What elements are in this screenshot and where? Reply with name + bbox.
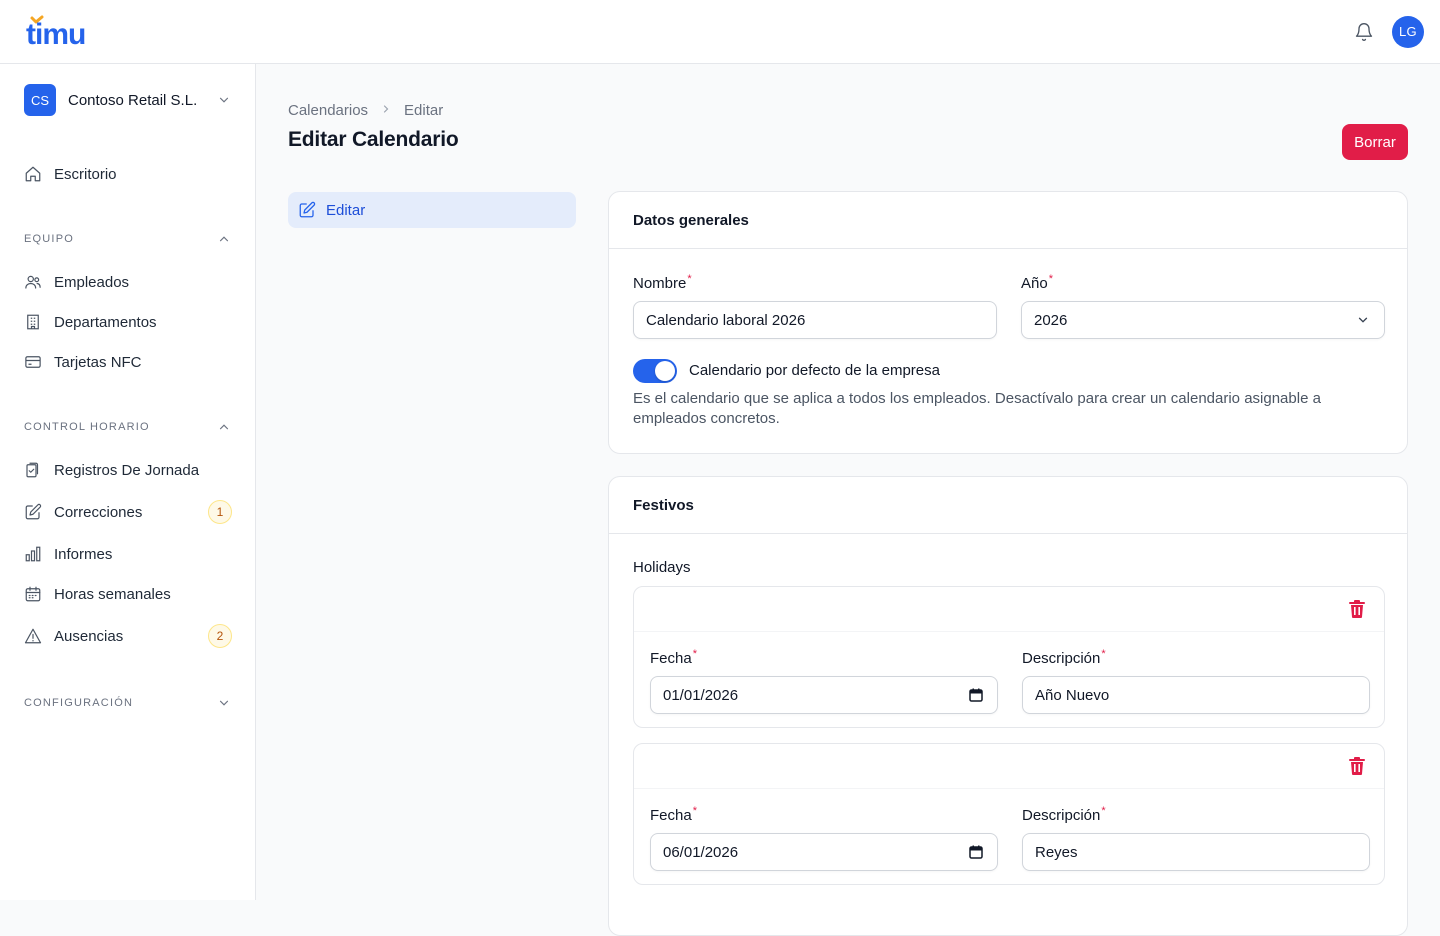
sidebar-item-informes[interactable]: Informes bbox=[24, 538, 232, 570]
users-icon bbox=[24, 273, 42, 291]
date-value: 01/01/2026 bbox=[663, 686, 739, 704]
toggle-help-text: Es el calendario que se aplica a todos l… bbox=[633, 390, 1321, 427]
holidays-card: Festivos Holidays Fecha* 01/01/2026 Desc… bbox=[608, 476, 1408, 936]
credit-card-icon bbox=[24, 353, 42, 371]
description-field[interactable]: Año Nuevo bbox=[1022, 676, 1370, 714]
subnav-label: Editar bbox=[326, 201, 366, 219]
pencil-square-icon bbox=[298, 201, 316, 219]
calendar-icon[interactable] bbox=[967, 843, 985, 861]
count-badge: 2 bbox=[208, 624, 232, 648]
calendar-icon[interactable] bbox=[967, 686, 985, 704]
card-heading: Datos generales bbox=[609, 192, 1407, 249]
building-icon bbox=[24, 313, 42, 331]
tenant-switcher[interactable]: CS Contoso Retail S.L. bbox=[24, 84, 232, 116]
holiday-item: Fecha* 01/01/2026 Descripción* Año Nuevo bbox=[633, 586, 1385, 728]
svg-text:timu: timu bbox=[26, 18, 85, 50]
group-equipo[interactable]: EQUIPO bbox=[24, 229, 232, 249]
date-value: 06/01/2026 bbox=[663, 843, 739, 861]
breadcrumb-calendarios[interactable]: Calendarios bbox=[288, 102, 368, 119]
trash-icon[interactable] bbox=[1348, 600, 1366, 618]
chevron-down-icon bbox=[1354, 311, 1372, 329]
year-select[interactable]: 2026 bbox=[1021, 301, 1385, 339]
holiday-item: Fecha* 06/01/2026 Descripción* Reyes bbox=[633, 743, 1385, 885]
toggle-knob bbox=[655, 361, 675, 381]
chevron-down-icon bbox=[216, 695, 232, 711]
tenant-badge: CS bbox=[24, 84, 56, 116]
description-label: Descripción* bbox=[1022, 805, 1106, 824]
tenant-name: Contoso Retail S.L. bbox=[68, 91, 198, 109]
group-title: CONTROL HORARIO bbox=[24, 421, 150, 433]
holidays-list-label: Holidays bbox=[633, 559, 691, 576]
group-control-horario[interactable]: CONTROL HORARIO bbox=[24, 417, 232, 437]
sidebar-item-label: Empleados bbox=[54, 273, 130, 291]
chevron-down-icon bbox=[216, 92, 232, 108]
breadcrumb: Calendarios Editar bbox=[288, 100, 443, 120]
date-label: Fecha* bbox=[650, 805, 697, 824]
subnav-item-editar[interactable]: Editar bbox=[288, 192, 576, 228]
breadcrumb-current: Editar bbox=[404, 101, 444, 119]
name-value: Calendario laboral 2026 bbox=[646, 311, 806, 329]
page-title: Editar Calendario bbox=[288, 128, 459, 151]
chevron-up-icon bbox=[216, 419, 232, 435]
bell-icon[interactable] bbox=[1352, 20, 1376, 44]
sidebar-item-label: Tarjetas NFC bbox=[54, 353, 142, 371]
clipboard-check-icon bbox=[24, 461, 42, 479]
sidebar-item-label: Registros De Jornada bbox=[54, 461, 200, 479]
year-label: Año* bbox=[1021, 273, 1053, 292]
timu-logo[interactable]: timu bbox=[26, 12, 100, 52]
year-value: 2026 bbox=[1034, 311, 1068, 329]
group-title: EQUIPO bbox=[24, 233, 74, 245]
top-bar: timu LG bbox=[0, 0, 1440, 64]
calendar-icon bbox=[24, 585, 42, 603]
sidebar-item-label: Horas semanales bbox=[54, 585, 171, 603]
bar-chart-icon bbox=[24, 545, 42, 563]
count-badge: 1 bbox=[208, 500, 232, 524]
sidebar-item-label: Ausencias bbox=[54, 627, 124, 645]
sidebar-item-registros-de-jornada[interactable]: Registros De Jornada bbox=[24, 454, 232, 486]
name-label: Nombre* bbox=[633, 273, 692, 292]
sidebar-item-label: Correcciones bbox=[54, 503, 143, 521]
group-title: CONFIGURACIÓN bbox=[24, 697, 134, 709]
general-data-card: Datos generales Nombre* Calendario labor… bbox=[608, 191, 1408, 454]
sidebar: CS Contoso Retail S.L. Escritorio EQUIPO… bbox=[0, 64, 256, 900]
default-calendar-toggle[interactable] bbox=[633, 359, 677, 383]
home-icon bbox=[24, 165, 42, 183]
card-heading: Festivos bbox=[609, 477, 1407, 534]
sidebar-item-label: Informes bbox=[54, 545, 113, 563]
user-avatar[interactable]: LG bbox=[1392, 15, 1424, 48]
sidebar-item-escritorio[interactable]: Escritorio bbox=[24, 158, 232, 190]
date-label: Fecha* bbox=[650, 648, 697, 667]
description-value: Año Nuevo bbox=[1035, 686, 1110, 704]
sidebar-item-empleados[interactable]: Empleados bbox=[24, 266, 232, 298]
holiday-item-header bbox=[634, 587, 1384, 632]
chevron-right-icon bbox=[380, 102, 392, 119]
sidebar-item-departamentos[interactable]: Departamentos bbox=[24, 306, 232, 338]
date-field[interactable]: 01/01/2026 bbox=[650, 676, 998, 714]
warning-triangle-icon bbox=[24, 627, 42, 645]
description-label: Descripción* bbox=[1022, 648, 1106, 667]
sidebar-item-label: Departamentos bbox=[54, 313, 157, 331]
name-field[interactable]: Calendario laboral 2026 bbox=[633, 301, 997, 339]
date-field[interactable]: 06/01/2026 bbox=[650, 833, 998, 871]
sidebar-item-tarjetas-nfc[interactable]: Tarjetas NFC bbox=[24, 346, 232, 378]
group-configuracion[interactable]: CONFIGURACIÓN bbox=[24, 693, 232, 713]
trash-icon[interactable] bbox=[1348, 757, 1366, 775]
sidebar-item-horas-semanales[interactable]: Horas semanales bbox=[24, 578, 232, 610]
sidebar-item-correcciones[interactable]: Correcciones 1 bbox=[24, 496, 232, 528]
toggle-label: Calendario por defecto de la empresa bbox=[689, 362, 940, 379]
holiday-item-header bbox=[634, 744, 1384, 789]
chevron-up-icon bbox=[216, 231, 232, 247]
sidebar-item-label: Escritorio bbox=[54, 165, 117, 183]
delete-button[interactable]: Borrar bbox=[1342, 124, 1408, 160]
description-value: Reyes bbox=[1035, 843, 1078, 861]
pencil-square-icon bbox=[24, 503, 42, 521]
description-field[interactable]: Reyes bbox=[1022, 833, 1370, 871]
sidebar-item-ausencias[interactable]: Ausencias 2 bbox=[24, 620, 232, 652]
